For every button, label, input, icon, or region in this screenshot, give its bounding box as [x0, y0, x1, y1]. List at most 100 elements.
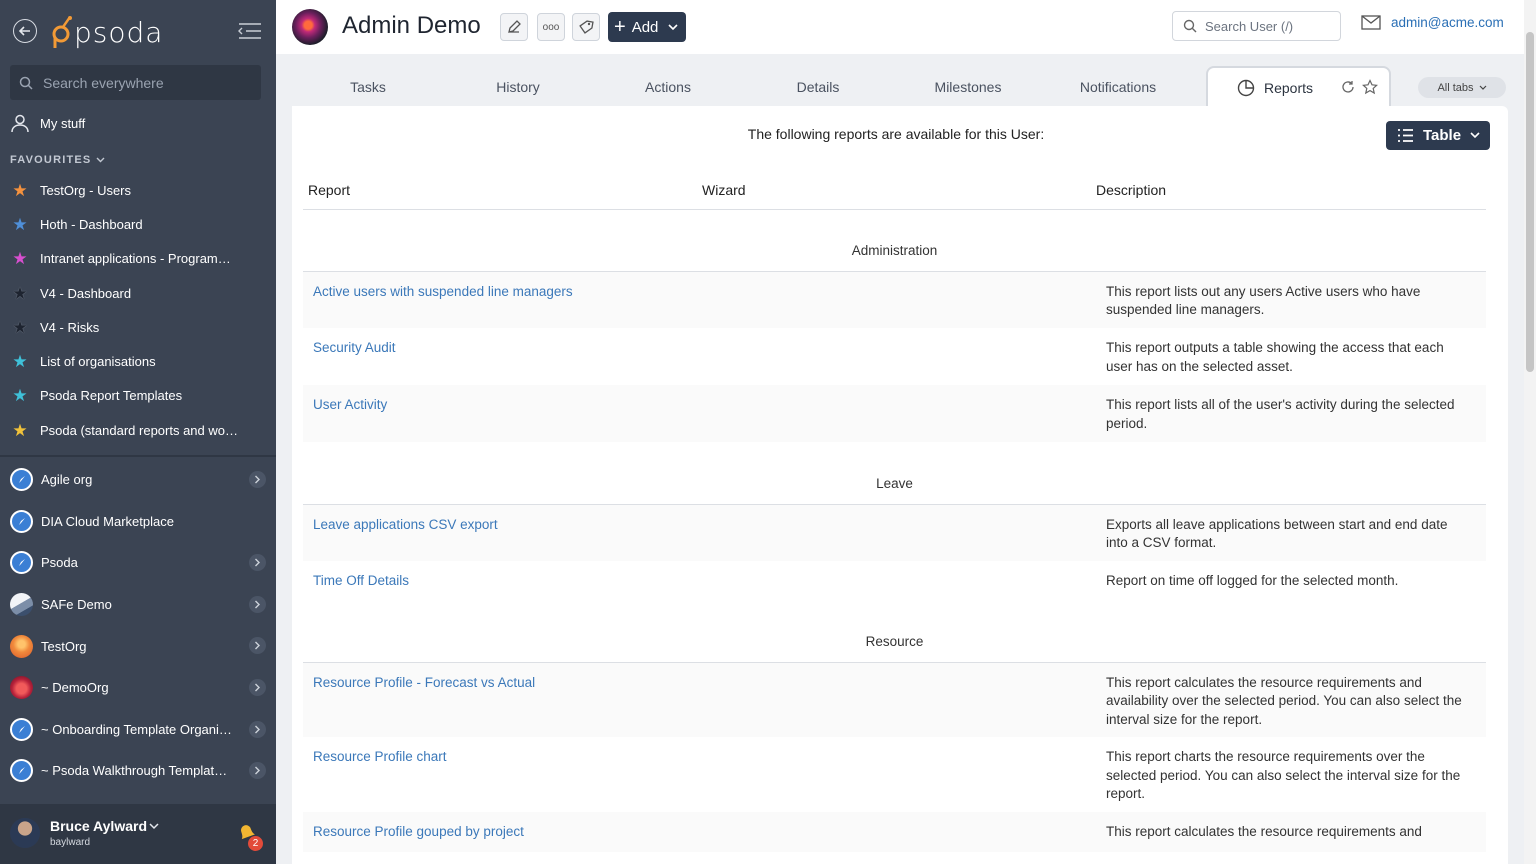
pencil-icon: [508, 20, 521, 33]
report-cell: Time Off Details: [303, 561, 697, 600]
back-icon[interactable]: [13, 19, 37, 43]
add-label: Add: [631, 18, 659, 36]
email-link[interactable]: admin@acme.com: [1361, 15, 1504, 30]
search-user[interactable]: [1172, 11, 1341, 41]
wizard-cell: [697, 561, 1091, 600]
favourite-item[interactable]: ★ Intranet applications - Programme...: [10, 242, 266, 276]
description-cell: Report on time off logged for the select…: [1106, 573, 1399, 588]
column-wizard[interactable]: Wizard: [697, 172, 1091, 210]
avatar[interactable]: [10, 818, 40, 848]
chevron-down-icon: [1470, 132, 1480, 139]
favourite-item[interactable]: ★ TestOrg - Users: [10, 173, 266, 207]
favourite-item[interactable]: ★ List of organisations: [10, 344, 266, 378]
star-icon[interactable]: [1362, 79, 1378, 95]
report-link[interactable]: Security Audit: [313, 340, 396, 355]
favourite-item[interactable]: ★ Psoda Report Templates: [10, 379, 266, 413]
sidebar-top: psoda: [0, 0, 276, 64]
tab-notifications[interactable]: Notifications: [1042, 66, 1194, 108]
refresh-icon[interactable]: [1340, 79, 1356, 95]
tab-tools: [1340, 79, 1378, 95]
organisation-item[interactable]: ~ Psoda Walkthrough Template P...: [0, 750, 276, 792]
add-button[interactable]: + Add: [608, 12, 686, 42]
column-description[interactable]: Description: [1091, 172, 1486, 210]
chevron-down-icon: [1479, 85, 1486, 90]
organisation-item[interactable]: Agile org: [0, 459, 276, 501]
star-icon: ★: [12, 283, 28, 303]
chevron-right-icon[interactable]: [249, 762, 266, 780]
organisation-item[interactable]: Psoda: [0, 542, 276, 584]
sidebar-search[interactable]: [10, 65, 261, 100]
organisation-label: ~ Onboarding Template Organisa...: [41, 721, 233, 737]
organisation-label: ~ Psoda Walkthrough Template P...: [41, 763, 233, 779]
edit-button[interactable]: [500, 13, 528, 41]
chevron-right-icon[interactable]: [249, 471, 266, 488]
chevron-right-icon[interactable]: [249, 595, 266, 613]
search-everywhere-input[interactable]: [43, 74, 253, 91]
compass-icon: [10, 717, 33, 741]
tab-actions[interactable]: Actions: [592, 66, 744, 108]
report-link[interactable]: User Activity: [313, 397, 387, 412]
favourite-item[interactable]: ★ V4 - Risks: [10, 310, 266, 344]
collapse-sidebar-icon[interactable]: [237, 22, 263, 45]
organisation-item[interactable]: DIA Cloud Marketplace: [0, 501, 276, 543]
pie-chart-icon: [1237, 79, 1255, 97]
organisation-item[interactable]: ~ DemoOrg: [0, 667, 276, 709]
chevron-right-icon[interactable]: [249, 720, 266, 738]
tab-history[interactable]: History: [442, 66, 594, 108]
user-handle: baylward: [50, 837, 91, 848]
tab-tasks[interactable]: Tasks: [292, 66, 444, 108]
email-address: admin@acme.com: [1391, 15, 1504, 30]
tab-details[interactable]: Details: [742, 66, 894, 108]
report-cell: Resource Profile chart: [303, 737, 697, 812]
compass-icon: [10, 551, 33, 575]
sidebar: psoda My stuff FAVOURITES ★ TestOrg - Use…: [0, 0, 276, 864]
search-icon: [19, 76, 33, 90]
description-cell: This report charts the resource requirem…: [1106, 749, 1461, 801]
report-link[interactable]: Time Off Details: [313, 573, 409, 588]
star-icon: ★: [12, 180, 28, 200]
user-name[interactable]: Bruce Aylward: [50, 818, 147, 834]
favourite-label: V4 - Risks: [40, 319, 100, 335]
chevron-right-icon[interactable]: [249, 554, 266, 572]
favourites-header[interactable]: FAVOURITES: [10, 154, 105, 166]
reports-panel: The following reports are available for …: [292, 106, 1508, 864]
organisation-item[interactable]: TestOrg: [0, 625, 276, 667]
table-row: Active users with suspended line manager…: [303, 271, 1486, 328]
search-user-input[interactable]: [1205, 18, 1325, 34]
scrollbar[interactable]: [1524, 0, 1536, 864]
favourite-label: Hoth - Dashboard: [40, 216, 143, 232]
my-stuff-label: My stuff: [40, 115, 86, 131]
more-options-button[interactable]: ooo: [537, 13, 565, 41]
column-report[interactable]: Report: [303, 172, 697, 210]
report-cell: Security Audit: [303, 328, 697, 385]
chevron-right-icon[interactable]: [249, 678, 266, 696]
tab-milestones[interactable]: Milestones: [892, 66, 1044, 108]
view-selector-button[interactable]: Table: [1386, 121, 1490, 150]
report-link[interactable]: Leave applications CSV export: [313, 517, 498, 532]
table-row: Resource Profile - Forecast vs Actual Thi…: [303, 662, 1486, 737]
list-icon: [1398, 129, 1413, 142]
report-link[interactable]: Active users with suspended line manager…: [313, 284, 573, 299]
report-link[interactable]: Resource Profile gouped by project: [313, 824, 524, 839]
organisation-label: SAFe Demo: [41, 597, 112, 613]
all-tabs-dropdown[interactable]: All tabs: [1418, 77, 1506, 98]
table-row: Resource Profile gouped by project This r…: [303, 812, 1486, 852]
chevron-down-icon[interactable]: [149, 823, 159, 830]
scrollbar-thumb[interactable]: [1526, 32, 1534, 372]
reports-intro: The following reports are available for …: [747, 126, 1045, 142]
favourite-label: Psoda (standard reports and work...: [40, 422, 240, 438]
organisation-item[interactable]: ~ Onboarding Template Organisa...: [0, 709, 276, 751]
favourite-item[interactable]: ★ V4 - Dashboard: [10, 276, 266, 310]
group-title: Resource: [303, 600, 1486, 663]
organisation-item[interactable]: SAFe Demo: [0, 584, 276, 626]
report-link[interactable]: Resource Profile - Forecast vs Actual: [313, 675, 535, 690]
tag-button[interactable]: [572, 13, 600, 41]
chevron-right-icon[interactable]: [249, 637, 266, 655]
logo[interactable]: psoda: [50, 12, 163, 52]
view-selector-label: Table: [1423, 127, 1462, 144]
favourite-item[interactable]: ★ Psoda (standard reports and work...: [10, 413, 266, 447]
report-link[interactable]: Resource Profile chart: [313, 749, 447, 764]
favourite-item[interactable]: ★ Hoth - Dashboard: [10, 207, 266, 241]
report-cell: Resource Profile gouped by project: [303, 812, 697, 852]
my-stuff-link[interactable]: My stuff: [10, 113, 85, 133]
